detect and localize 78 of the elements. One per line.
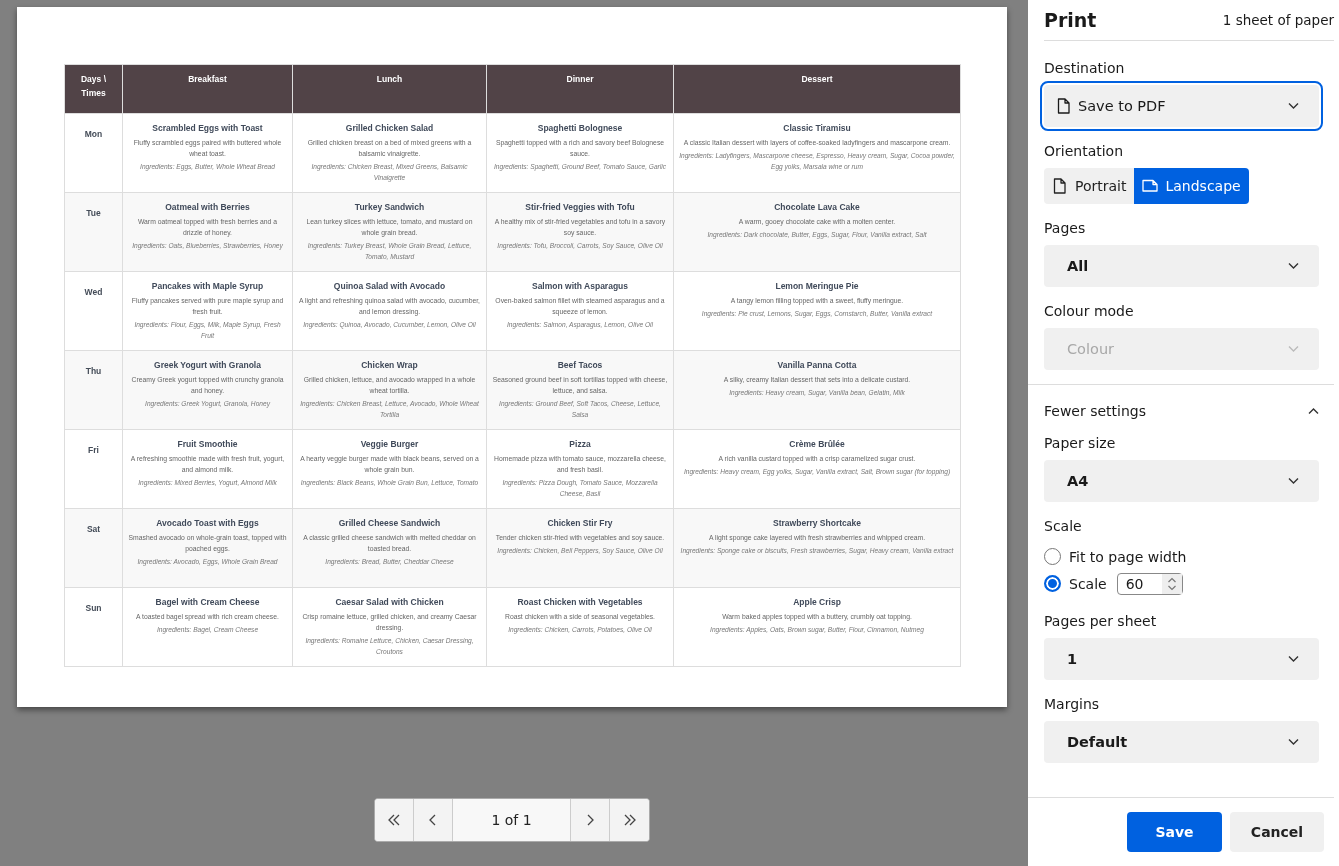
field-label: Paper size	[1044, 434, 1117, 453]
radio-label: Scale	[1069, 575, 1107, 592]
dish-name: Pancakes with Maple Syrup	[150, 281, 265, 291]
settings-toggle[interactable]: Fewer settings	[1044, 401, 1319, 421]
column-header: Dinner	[566, 74, 594, 84]
field-label: Pages	[1044, 219, 1087, 238]
radio-label: Fit to page width	[1069, 548, 1187, 565]
dish-name: Greek Yogurt with Granola	[153, 360, 262, 370]
save-button[interactable]: Save	[1127, 812, 1222, 852]
chevron-down-icon	[1288, 345, 1299, 353]
dish-name: Roast Chicken with Vegetables	[516, 597, 644, 607]
dish-name: Vanilla Panna Cotta	[776, 360, 858, 370]
dish-name: Chicken Wrap	[360, 360, 419, 370]
dish-name: Lemon Meringue Pie	[774, 281, 860, 291]
double-chevron-left-icon	[387, 813, 401, 827]
dish-name: Stir-fried Veggies with Tofu	[524, 202, 636, 212]
dish-name: Beef Tacos	[556, 360, 604, 370]
dish-name: Spaghetti Bolognese	[536, 123, 624, 133]
chevron-down-icon	[1288, 102, 1299, 110]
dish-name: Bagel with Cream Cheese	[154, 597, 261, 607]
column-header: Lunch	[376, 74, 403, 84]
column-header: Breakfast	[188, 74, 227, 84]
landscape-page-icon	[1142, 178, 1159, 194]
day-label: Sat	[86, 524, 101, 534]
page-indicator: 1 of 1	[453, 799, 571, 841]
column-header: Days \ Times	[80, 74, 106, 98]
field-label: Orientation	[1044, 142, 1125, 161]
column-header: Dessert	[801, 74, 833, 84]
field-label: Margins	[1044, 695, 1101, 714]
day-label: Wed	[84, 287, 103, 297]
dish-name: Chicken Stir Fry	[546, 518, 614, 528]
dish-name: Chocolate Lava Cake	[773, 202, 861, 212]
dish-name: Grilled Chicken Salad	[344, 123, 435, 133]
dish-name: Turkey Sandwich	[353, 202, 426, 212]
portrait-button[interactable]: Portrait	[1044, 168, 1135, 204]
dish-name: Scrambled Eggs with Toast	[151, 123, 264, 133]
dropdown[interactable]: A4	[1044, 460, 1319, 502]
day-label: Sun	[85, 603, 102, 613]
dish-name: Veggie Burger	[359, 439, 420, 449]
dish-name: Grilled Cheese Sandwich	[337, 518, 442, 528]
chevron-down-icon	[1288, 477, 1299, 485]
dish-name: Classic Tiramisu	[782, 123, 852, 133]
dish-name: Strawberry Shortcake	[772, 518, 862, 528]
landscape-button[interactable]: Landscape	[1134, 168, 1249, 204]
radio-button[interactable]	[1044, 575, 1061, 592]
double-chevron-right-icon	[622, 813, 637, 827]
day-label: Thu	[85, 366, 102, 376]
dish-name: Crème Brûlée	[788, 439, 846, 449]
field-label: Colour mode	[1044, 302, 1135, 321]
dish-name: Fruit Smoothie	[176, 439, 239, 449]
day-label: Fri	[88, 445, 99, 455]
field-label: Scale	[1044, 517, 1083, 536]
dish-name: Salmon with Asparagus	[530, 281, 629, 291]
panel-title: Print	[1044, 9, 1097, 31]
dropdown[interactable]: All	[1044, 245, 1319, 287]
chevron-down-icon	[1288, 655, 1299, 663]
sheet-count: 1 sheet of paper	[1222, 12, 1334, 28]
field-label: Pages per sheet	[1044, 612, 1158, 631]
dish-name: Avocado Toast with Eggs	[155, 518, 260, 528]
number-field[interactable]: 60	[1116, 572, 1183, 595]
dish-name: Quinoa Salad with Avocado	[332, 281, 447, 291]
document-icon	[1056, 98, 1072, 114]
dropdown[interactable]: 1	[1044, 638, 1319, 680]
dish-name: Oatmeal with Berries	[164, 202, 251, 212]
chevron-up-icon	[1308, 407, 1319, 415]
dish-name: Caesar Salad with Chicken	[334, 597, 445, 607]
dish-name: Apple Crisp	[792, 597, 842, 607]
cancel-button[interactable]: Cancel	[1230, 812, 1324, 852]
day-label: Mon	[84, 129, 103, 139]
spinner-icon	[1161, 573, 1182, 594]
chevron-down-icon	[1288, 738, 1299, 746]
field-label: Destination	[1044, 59, 1126, 78]
day-label: Tue	[86, 208, 101, 218]
page-icon	[1052, 178, 1068, 194]
first-page-button[interactable]	[375, 799, 414, 841]
chevron-down-icon	[1288, 262, 1299, 270]
dish-name: Pizza	[568, 439, 592, 449]
dropdown[interactable]: Default	[1044, 721, 1319, 763]
